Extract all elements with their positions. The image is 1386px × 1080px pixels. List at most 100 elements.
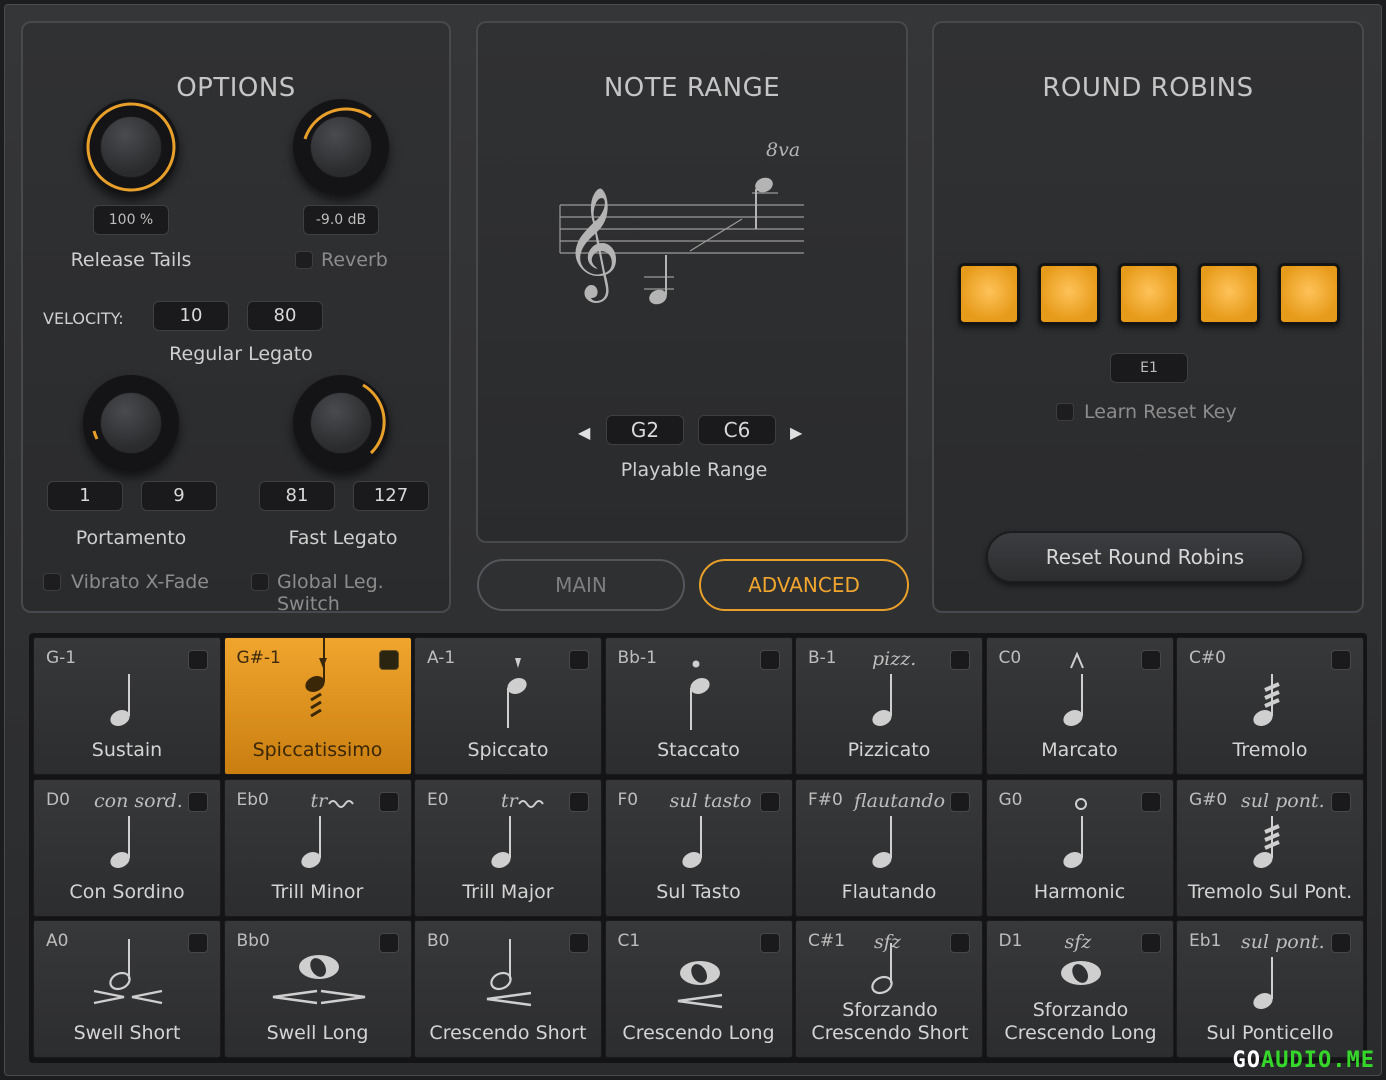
portamento-knob-cap <box>100 392 162 454</box>
velocity-low-value[interactable]: 10 <box>153 301 229 331</box>
articulation-checkbox[interactable] <box>950 933 970 953</box>
articulation-cell-con-sordino[interactable]: D0 con sord. Con Sordino <box>33 778 221 917</box>
round-robin-pad-4[interactable] <box>1198 263 1260 325</box>
articulation-checkbox[interactable] <box>569 791 589 812</box>
round-robin-pad-2[interactable] <box>1038 263 1100 325</box>
articulation-checkbox[interactable] <box>378 650 399 670</box>
articulation-checkbox[interactable] <box>1140 650 1161 670</box>
release-tails-label: Release Tails <box>70 249 192 271</box>
global-legato-switch-label: Global Leg. Switch <box>277 571 384 615</box>
round-robin-pad-3[interactable] <box>1118 263 1180 325</box>
watermark-left: GO <box>1232 1048 1262 1073</box>
articulation-cell-trill-minor[interactable]: Eb0 tr Trill Minor <box>223 778 412 917</box>
articulation-key: B0 <box>427 931 450 951</box>
articulation-name: Trill Major <box>462 880 554 903</box>
fast-legato-low-value[interactable]: 81 <box>259 481 335 511</box>
articulation-checkbox[interactable] <box>759 650 780 670</box>
range-low-value[interactable]: G2 <box>606 415 684 445</box>
articulation-checkbox[interactable] <box>569 933 589 953</box>
articulation-checkbox[interactable] <box>950 791 970 812</box>
articulation-checkbox[interactable] <box>188 650 208 670</box>
articulation-cell-sul-tasto[interactable]: F0 sul tasto Sul Tasto <box>604 778 793 917</box>
articulation-cell-swell-long[interactable]: Bb0 Swell Long <box>223 920 412 1058</box>
portamento-high-value[interactable]: 9 <box>141 481 217 511</box>
regular-legato-label: Regular Legato <box>169 343 313 365</box>
plugin-window: OPTIONS 100 % Release Tails -9.0 dB Reve… <box>4 4 1382 1076</box>
articulation-cell-spiccatissimo[interactable]: G#-1 Spiccatissimo <box>223 637 412 775</box>
articulation-name: Staccato <box>657 739 740 761</box>
articulation-name: Harmonic <box>1033 880 1126 903</box>
articulation-cell-tremolo[interactable]: C#0 Tremolo <box>1176 637 1364 775</box>
articulation-key: G#0 <box>1189 789 1228 810</box>
portamento-low-value[interactable]: 1 <box>47 481 123 511</box>
fast-legato-knob[interactable] <box>293 375 389 471</box>
articulation-checkbox[interactable] <box>1331 650 1351 670</box>
articulation-checkbox[interactable] <box>378 791 399 812</box>
articulation-cell-crescendo-long[interactable]: C1 Crescendo Long <box>604 920 793 1058</box>
reverb-checkbox[interactable] <box>295 251 313 269</box>
articulation-key: Bb0 <box>236 931 270 951</box>
articulation-checkbox[interactable] <box>569 650 589 670</box>
range-right-arrow-icon[interactable]: ▶ <box>790 423 802 442</box>
articulation-marking: con sord. <box>94 789 183 812</box>
articulation-key: G0 <box>998 789 1023 810</box>
articulation-checkbox[interactable] <box>188 933 208 953</box>
learn-reset-key-label: Learn Reset Key <box>1084 401 1237 423</box>
global-legato-switch-checkbox[interactable] <box>251 573 269 591</box>
articulation-cell-trill-major[interactable]: E0 tr Trill Major <box>414 778 602 917</box>
release-tails-value[interactable]: 100 % <box>93 205 169 235</box>
articulation-cell-sul-ponticello[interactable]: Eb1 sul pont. Sul Ponticello <box>1176 920 1364 1058</box>
articulation-cell-tremolo-sul-pont[interactable]: G#0 sul pont. Tremolo Sul Pont. <box>1176 778 1364 917</box>
articulation-key: A0 <box>46 931 69 951</box>
articulation-checkbox[interactable] <box>378 933 399 953</box>
round-robins-panel: ROUND ROBINS E1 Learn Reset Key Reset Ro… <box>932 21 1364 613</box>
articulation-checkbox[interactable] <box>759 933 780 953</box>
velocity-label: VELOCITY: <box>43 309 124 328</box>
articulation-checkbox[interactable] <box>759 791 780 812</box>
articulation-cell-staccato[interactable]: Bb-1 Staccato <box>604 637 793 775</box>
articulation-cell-crescendo-short[interactable]: B0 Crescendo Short <box>414 920 602 1058</box>
articulation-checkbox[interactable] <box>1331 791 1351 812</box>
reset-round-robins-button[interactable]: Reset Round Robins <box>986 531 1304 583</box>
round-robin-pad-1[interactable] <box>958 263 1020 325</box>
articulation-marking: sfz <box>874 931 901 953</box>
articulation-cell-sustain[interactable]: G-1 Sustain <box>33 637 221 775</box>
articulation-checkbox[interactable] <box>188 791 208 812</box>
note-range-panel: NOTE RANGE 𝄞 8va ◀ G2 C6 ▶ Playable Rang… <box>476 21 908 543</box>
reset-key-value[interactable]: E1 <box>1110 353 1188 383</box>
articulation-cell-sforzando-crescendo-short[interactable]: C#1 sfz Sforzando Crescendo Short <box>795 920 983 1058</box>
articulation-checkbox[interactable] <box>1140 933 1161 953</box>
articulation-cell-marcato[interactable]: C0 Marcato <box>985 637 1174 775</box>
range-high-value[interactable]: C6 <box>698 415 776 445</box>
articulation-cell-flautando[interactable]: F#0 flautando Flautando <box>795 778 983 917</box>
learn-reset-key-checkbox[interactable] <box>1056 403 1074 421</box>
reverb-knob[interactable] <box>293 99 389 195</box>
reverb-value[interactable]: -9.0 dB <box>303 205 379 235</box>
range-left-arrow-icon[interactable]: ◀ <box>578 423 590 442</box>
articulation-name: Pizzicato <box>847 739 931 761</box>
articulation-name: Marcato <box>1041 739 1118 761</box>
articulation-marking: tr <box>310 789 328 812</box>
tab-main[interactable]: MAIN <box>477 559 685 611</box>
octave-marking: 8va <box>766 139 801 161</box>
reverb-knob-cap <box>310 116 372 178</box>
articulation-checkbox[interactable] <box>1140 791 1161 812</box>
release-tails-knob[interactable] <box>83 99 179 195</box>
articulation-key: C#0 <box>1189 648 1226 668</box>
articulation-cell-spiccato[interactable]: A-1 Spiccato <box>414 637 602 775</box>
articulation-cell-pizzicato[interactable]: B-1 pizz. Pizzicato <box>795 637 983 775</box>
articulation-checkbox[interactable] <box>1331 933 1351 953</box>
articulation-cell-harmonic[interactable]: G0 Harmonic <box>985 778 1174 917</box>
velocity-high-value[interactable]: 80 <box>247 301 323 331</box>
articulation-key: G-1 <box>46 648 77 668</box>
portamento-knob[interactable] <box>83 375 179 471</box>
articulation-cell-swell-short[interactable]: A0 Swell Short <box>33 920 221 1058</box>
round-robin-pad-5[interactable] <box>1278 263 1340 325</box>
fast-legato-high-value[interactable]: 127 <box>353 481 429 511</box>
fast-legato-label: Fast Legato <box>288 527 398 549</box>
articulation-cell-sforzando-crescendo-long[interactable]: D1 sfz Sforzando Crescendo Long <box>985 920 1174 1058</box>
articulation-checkbox[interactable] <box>950 650 970 670</box>
vibrato-xfade-checkbox[interactable] <box>43 573 61 591</box>
note-range-title: NOTE RANGE <box>603 73 781 103</box>
tab-advanced[interactable]: ADVANCED <box>699 559 909 611</box>
